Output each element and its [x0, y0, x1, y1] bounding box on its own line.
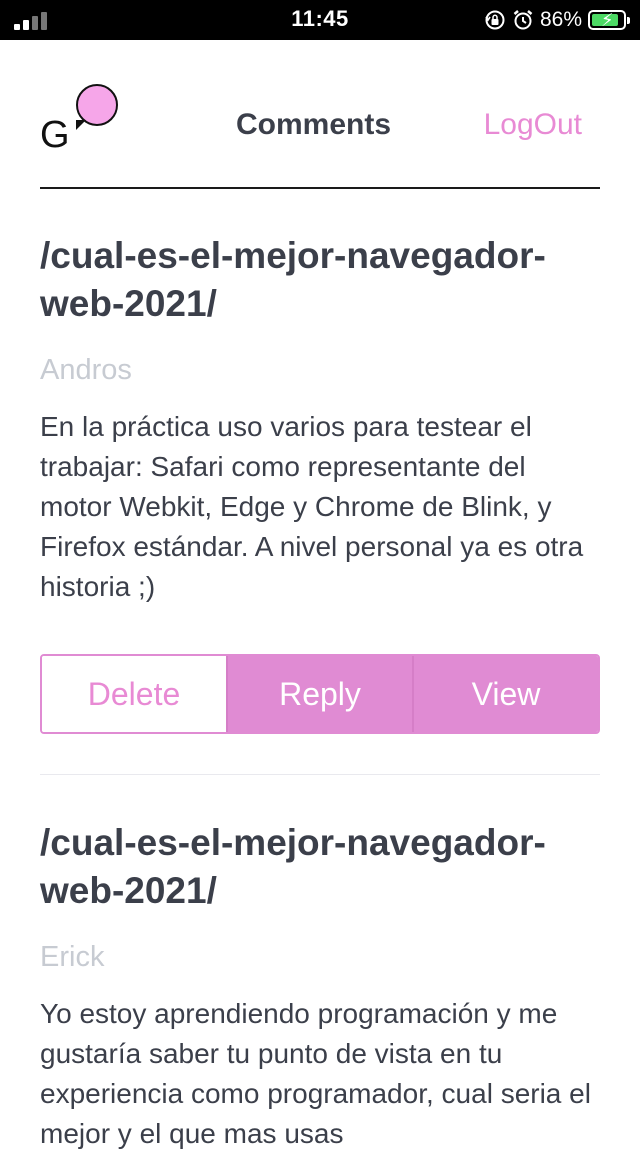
alarm-icon: [513, 10, 533, 30]
app-header: G Comments LogOut: [40, 40, 600, 189]
orientation-lock-icon: [485, 10, 505, 30]
comment-author: Erick: [40, 941, 105, 973]
status-right: 86% ⚡: [484, 6, 630, 34]
comment-post-slug[interactable]: /cual-es-el-mejor-navegador- web-2021/: [40, 232, 600, 328]
comment-author: Andros: [40, 354, 132, 386]
comment-card: /cual-es-el-mejor-navegador- web-2021/ A…: [40, 232, 600, 607]
divider: [40, 774, 600, 775]
logo[interactable]: G: [40, 84, 120, 156]
comment-post-slug[interactable]: /cual-es-el-mejor-navegador- web-2021/: [40, 819, 600, 915]
view-button[interactable]: View: [412, 656, 598, 732]
reply-button[interactable]: Reply: [226, 656, 412, 732]
status-bar: 11:45 86% ⚡: [0, 0, 640, 40]
page-title: Comments: [236, 108, 392, 141]
comment-body: Yo estoy aprendiendo programación y me g…: [40, 998, 591, 1149]
battery-percent: 86%: [539, 8, 582, 31]
logout-link[interactable]: LogOut: [484, 108, 582, 142]
logo-letter: G: [40, 114, 70, 156]
battery-charging-icon: ⚡: [588, 10, 630, 30]
comment-body: En la práctica uso varios para testear e…: [40, 411, 584, 602]
delete-button[interactable]: Delete: [42, 656, 226, 732]
comment-actions: Delete Reply View: [40, 654, 600, 734]
comment-card: /cual-es-el-mejor-navegador- web-2021/ E…: [40, 819, 600, 1154]
